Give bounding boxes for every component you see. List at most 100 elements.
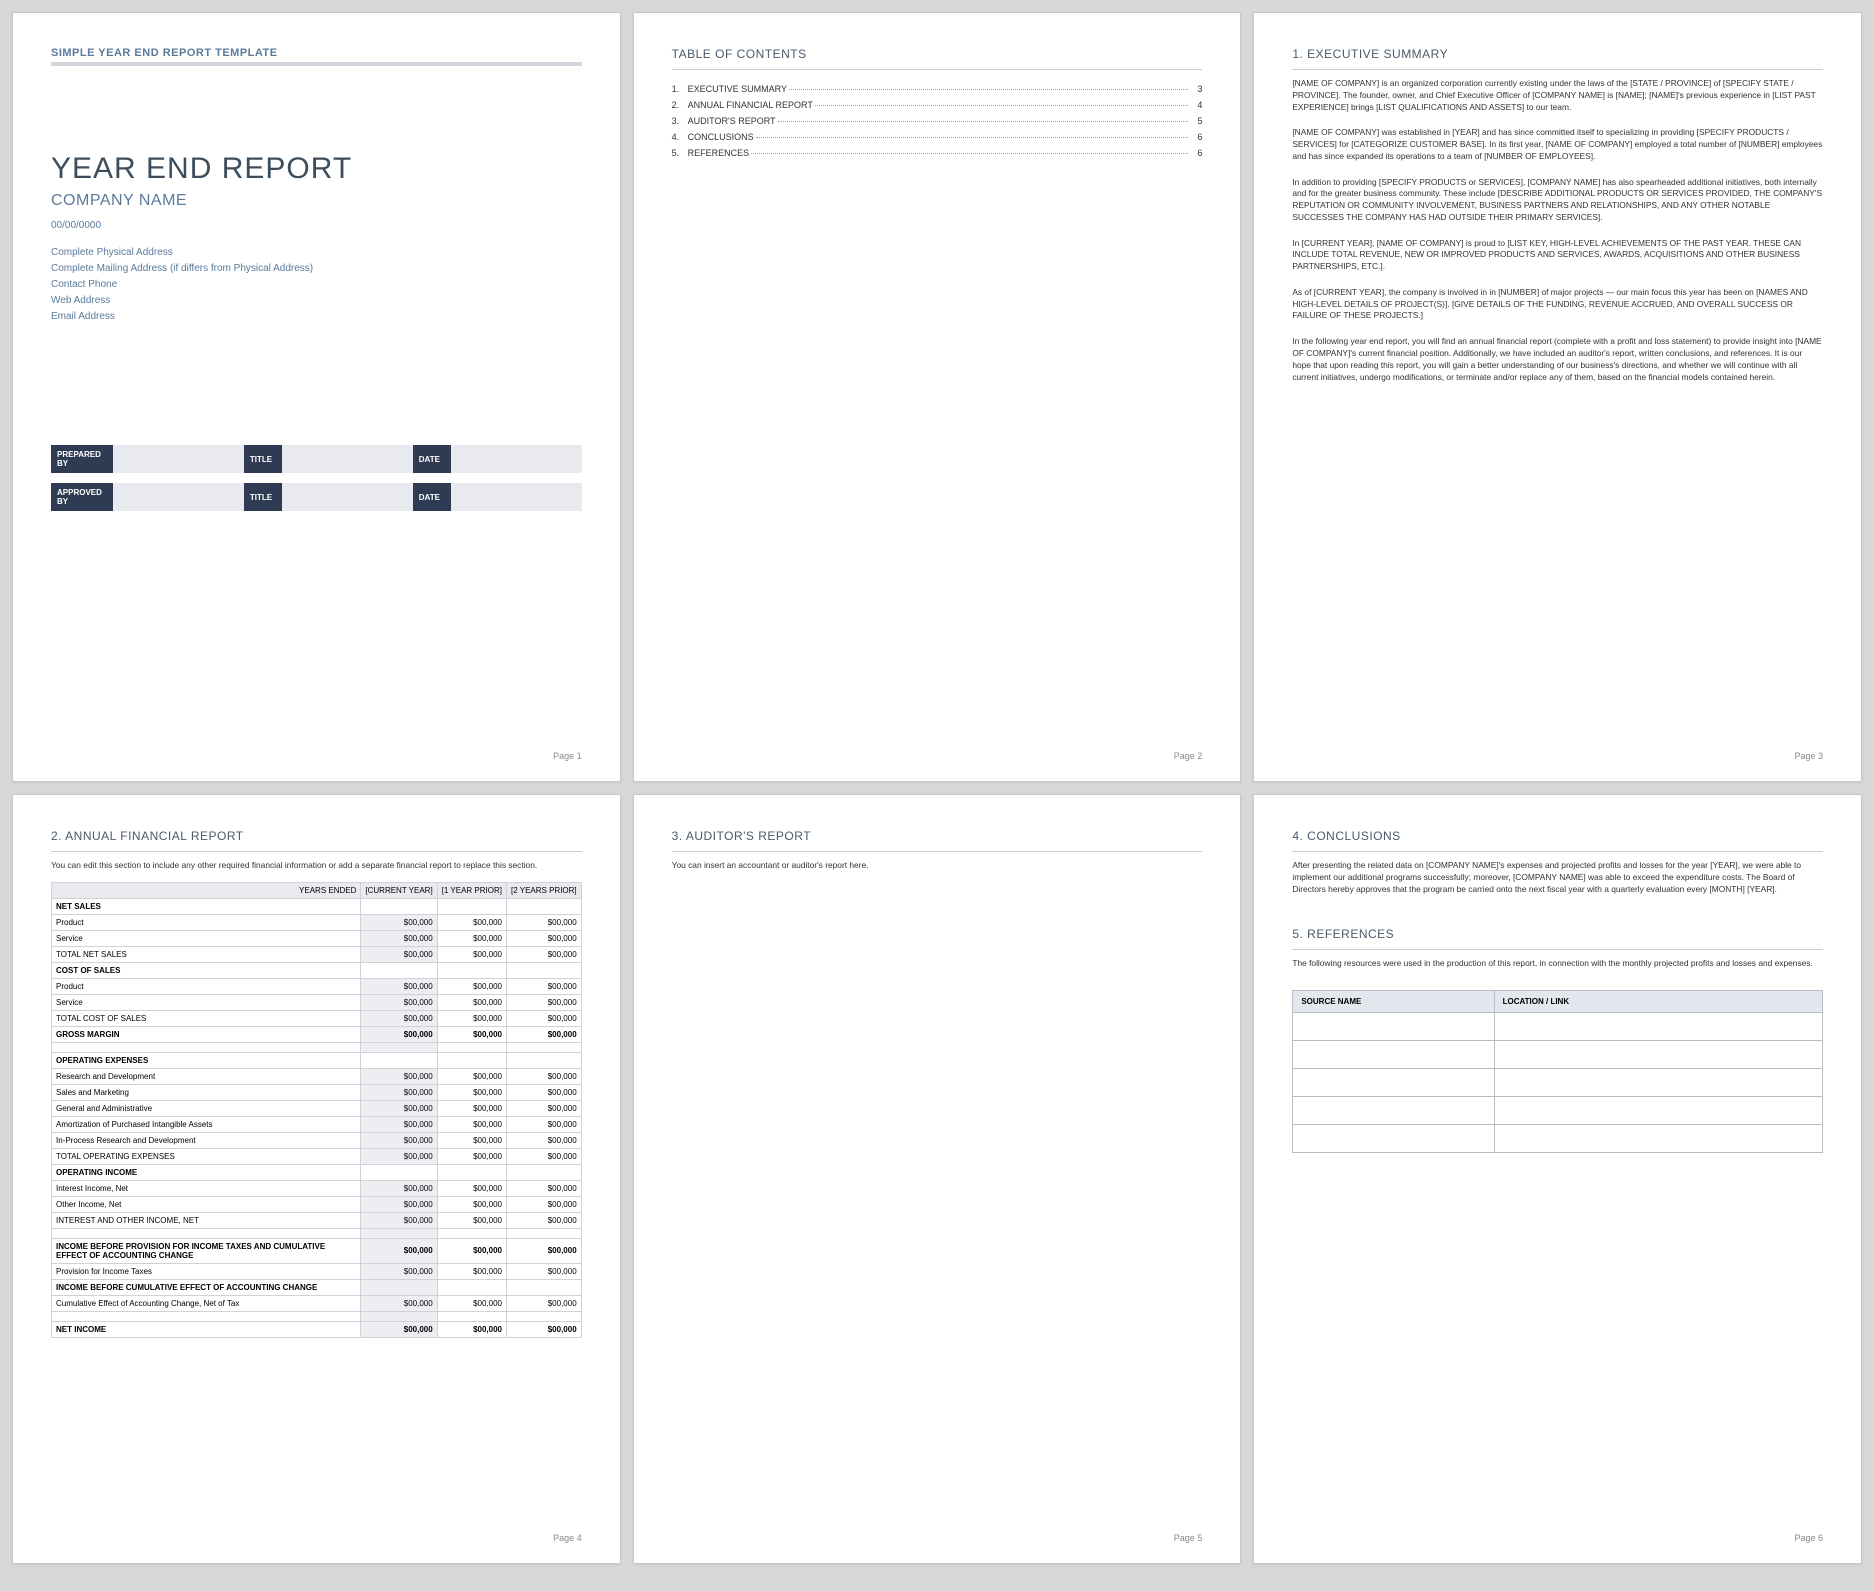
fin-rule xyxy=(51,851,582,852)
cell: $00,000 xyxy=(361,1148,437,1164)
exec-p4: In [CURRENT YEAR], [NAME OF COMPANY] is … xyxy=(1292,238,1823,273)
row-label: General and Administrative xyxy=(52,1100,361,1116)
toc-label: ANNUAL FINANCIAL REPORT xyxy=(688,100,813,110)
cell: $00,000 xyxy=(507,946,582,962)
toc-label: CONCLUSIONS xyxy=(688,132,754,142)
toc-item: 4. CONCLUSIONS 6 xyxy=(672,132,1203,142)
ref-row xyxy=(1293,1041,1823,1069)
conclusions-p: After presenting the related data on [CO… xyxy=(1292,860,1823,895)
cell: $00,000 xyxy=(361,930,437,946)
row-label: Sales and Marketing xyxy=(52,1084,361,1100)
cell: $00,000 xyxy=(361,1212,437,1228)
cell: $00,000 xyxy=(437,994,506,1010)
cell: $00,000 xyxy=(437,978,506,994)
references-note: The following resources were used in the… xyxy=(1292,958,1823,970)
cell: $00,000 xyxy=(437,1196,506,1212)
prepared-date-field[interactable] xyxy=(451,445,582,473)
physical-address: Complete Physical Address xyxy=(51,245,582,261)
cell: $00,000 xyxy=(507,1196,582,1212)
cell: $00,000 xyxy=(437,1180,506,1196)
toc-label: AUDITOR'S REPORT xyxy=(688,116,776,126)
cell: $00,000 xyxy=(437,1010,506,1026)
toc-num: 2. xyxy=(672,100,688,110)
cell: $00,000 xyxy=(507,1100,582,1116)
toc-item: 3. AUDITOR'S REPORT 5 xyxy=(672,116,1203,126)
approved-date-field[interactable] xyxy=(451,483,582,511)
page-grid: SIMPLE YEAR END REPORT TEMPLATE YEAR END… xyxy=(12,12,1862,1564)
row-label: INCOME BEFORE CUMULATIVE EFFECT OF ACCOU… xyxy=(52,1279,361,1295)
row-net-sales: NET SALES xyxy=(52,898,361,914)
row-label: INTEREST AND OTHER INCOME, NET xyxy=(52,1212,361,1228)
exec-p6: In the following year end report, you wi… xyxy=(1292,336,1823,383)
prepared-by-field[interactable] xyxy=(113,445,244,473)
cell: $00,000 xyxy=(507,1068,582,1084)
exec-rule xyxy=(1292,69,1823,70)
fin-note: You can edit this section to include any… xyxy=(51,860,582,872)
toc-rule xyxy=(672,69,1203,70)
template-label: SIMPLE YEAR END REPORT TEMPLATE xyxy=(51,47,582,59)
cell: $00,000 xyxy=(507,1238,582,1263)
page-1: SIMPLE YEAR END REPORT TEMPLATE YEAR END… xyxy=(12,12,621,782)
row-label: Cumulative Effect of Accounting Change, … xyxy=(52,1295,361,1311)
cell: $00,000 xyxy=(437,1263,506,1279)
financial-table: YEARS ENDED [CURRENT YEAR] [1 YEAR PRIOR… xyxy=(51,882,582,1338)
cell: $00,000 xyxy=(507,1212,582,1228)
cell: $00,000 xyxy=(507,1148,582,1164)
page-number: Page 5 xyxy=(672,1519,1203,1543)
page-2: TABLE OF CONTENTS 1. EXECUTIVE SUMMARY 3… xyxy=(633,12,1242,782)
cell: $00,000 xyxy=(437,1068,506,1084)
page-number: Page 2 xyxy=(672,737,1203,761)
cell: $00,000 xyxy=(437,1321,506,1337)
conclusions-rule xyxy=(1292,851,1823,852)
row-label: Research and Development xyxy=(52,1068,361,1084)
row-label: TOTAL OPERATING EXPENSES xyxy=(52,1148,361,1164)
page-number: Page 1 xyxy=(51,737,582,761)
page-number: Page 6 xyxy=(1292,1519,1823,1543)
toc-num: 3. xyxy=(672,116,688,126)
exec-p5: As of [CURRENT YEAR], the company is inv… xyxy=(1292,287,1823,322)
toc-page: 6 xyxy=(1190,132,1202,142)
toc-page: 6 xyxy=(1190,148,1202,158)
auditor-heading: 3. AUDITOR'S REPORT xyxy=(672,829,1203,843)
page-6: 4. CONCLUSIONS After presenting the rela… xyxy=(1253,794,1862,1564)
approved-title-field[interactable] xyxy=(282,483,413,511)
prepared-title-label: TITLE xyxy=(244,445,282,473)
cell: $00,000 xyxy=(507,1026,582,1042)
ref-row xyxy=(1293,1069,1823,1097)
prepared-date-label: DATE xyxy=(413,445,451,473)
contact-phone: Contact Phone xyxy=(51,277,582,293)
cell: $00,000 xyxy=(507,1295,582,1311)
cell: $00,000 xyxy=(437,914,506,930)
exec-p1: [NAME OF COMPANY] is an organized corpor… xyxy=(1292,78,1823,113)
row-label: Service xyxy=(52,930,361,946)
approved-by-field[interactable] xyxy=(113,483,244,511)
approved-row: APPROVED BY TITLE DATE xyxy=(51,483,582,511)
ref-row xyxy=(1293,1097,1823,1125)
col-current-year: [CURRENT YEAR] xyxy=(361,882,437,898)
cell: $00,000 xyxy=(507,914,582,930)
toc-item: 2. ANNUAL FINANCIAL REPORT 4 xyxy=(672,100,1203,110)
row-label: TOTAL COST OF SALES xyxy=(52,1010,361,1026)
web-address: Web Address xyxy=(51,293,582,309)
mailing-address: Complete Mailing Address (if differs fro… xyxy=(51,261,582,277)
cell: $00,000 xyxy=(507,1116,582,1132)
prepared-title-field[interactable] xyxy=(282,445,413,473)
cell: $00,000 xyxy=(507,1321,582,1337)
col-1yr-prior: [1 YEAR PRIOR] xyxy=(437,882,506,898)
ref-col-source: SOURCE NAME xyxy=(1293,991,1494,1013)
cell: $00,000 xyxy=(507,978,582,994)
toc-heading: TABLE OF CONTENTS xyxy=(672,47,1203,61)
cell: $00,000 xyxy=(361,946,437,962)
row-net-income: NET INCOME xyxy=(52,1321,361,1337)
row-label: Product xyxy=(52,978,361,994)
toc-item: 5. REFERENCES 6 xyxy=(672,148,1203,158)
toc-num: 1. xyxy=(672,84,688,94)
cell: $00,000 xyxy=(361,978,437,994)
cell: $00,000 xyxy=(507,994,582,1010)
fin-header-row: YEARS ENDED [CURRENT YEAR] [1 YEAR PRIOR… xyxy=(52,882,582,898)
cell: $00,000 xyxy=(361,1295,437,1311)
toc-list: 1. EXECUTIVE SUMMARY 3 2. ANNUAL FINANCI… xyxy=(672,78,1203,164)
references-rule xyxy=(1292,949,1823,950)
row-gross-margin: GROSS MARGIN xyxy=(52,1026,361,1042)
cell: $00,000 xyxy=(361,994,437,1010)
